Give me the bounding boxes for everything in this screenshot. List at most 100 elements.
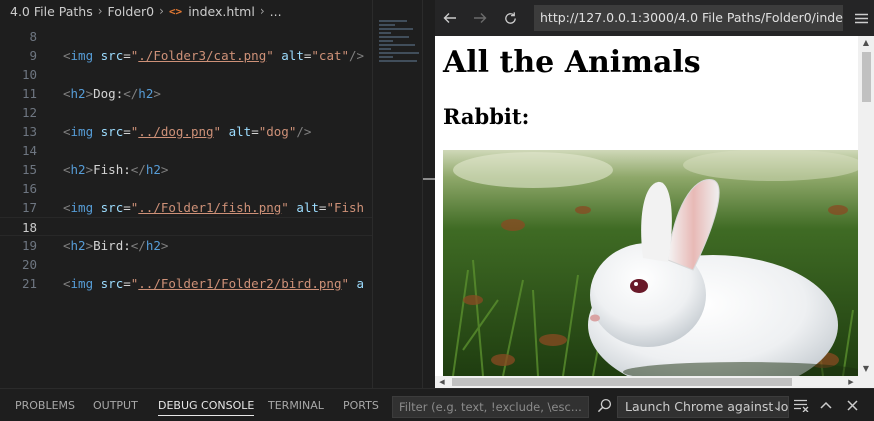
breadcrumb: 4.0 File Paths › Folder0 › <> index.html… (0, 0, 435, 22)
editor-scrollbar[interactable] (422, 0, 436, 388)
tag-bracket: /> (349, 48, 365, 63)
code-text: <h2>Bird:</h2> (63, 236, 168, 255)
string-quote: " (266, 48, 274, 63)
tag-bracket: </ (123, 86, 139, 101)
code-line[interactable]: 14 (0, 141, 372, 160)
line-number: 9 (29, 48, 37, 63)
text-content: Fish: (93, 162, 131, 177)
tag-bracket: > (160, 238, 169, 253)
reload-button[interactable] (495, 0, 525, 36)
tag-bracket: > (85, 162, 94, 177)
minimap[interactable] (372, 0, 422, 388)
line-number: 13 (21, 124, 37, 139)
attribute-name: src (100, 48, 124, 63)
tag-name: img (70, 276, 94, 291)
scroll-down-arrow-icon[interactable]: ▼ (858, 362, 874, 376)
back-button[interactable] (435, 0, 465, 36)
line-number: 18 (21, 220, 37, 235)
tag-bracket: < (63, 200, 71, 215)
string-quote: " (341, 276, 350, 291)
tag-name: h2 (145, 162, 161, 177)
code-line[interactable]: 13 <img src="../dog.png" alt="dog"/> (0, 122, 372, 141)
line-number: 10 (21, 67, 37, 82)
line-number: 14 (21, 143, 37, 158)
tag-name: h2 (70, 86, 86, 101)
html-file-icon: <> (168, 4, 183, 18)
attribute-name: src (100, 200, 124, 215)
launch-config-select[interactable]: Launch Chrome against localhost ⌄ (617, 396, 789, 418)
equals-sign: = (123, 200, 131, 215)
tab-ports[interactable]: PORTS (343, 389, 379, 421)
equals-sign: = (251, 124, 259, 139)
string-quote: " (281, 200, 289, 215)
code-line[interactable]: 11 <h2>Dog:</h2> (0, 84, 372, 103)
filter-input[interactable]: Filter (e.g. text, !exclude, \esc... (392, 396, 589, 418)
forward-button[interactable] (465, 0, 495, 36)
tag-bracket: < (63, 162, 71, 177)
rabbit-heading: Rabbit: (443, 104, 530, 129)
tag-name: img (70, 200, 94, 215)
breadcrumb-folder-file-paths[interactable]: 4.0 File Paths (10, 4, 93, 19)
code-line[interactable]: 16 (0, 179, 372, 198)
tag-bracket: > (153, 86, 161, 101)
tab-problems[interactable]: PROBLEMS (15, 389, 75, 421)
equals-sign: = (123, 48, 131, 63)
url-input[interactable]: http://127.0.0.1:3000/4.0 File Paths/Fol… (534, 5, 843, 31)
code-editor[interactable]: 4.0 File Paths › Folder0 › <> index.html… (0, 0, 436, 388)
page-heading: All the Animals (443, 45, 701, 80)
clear-console-button[interactable] (790, 389, 812, 421)
search-button[interactable] (593, 389, 615, 421)
code-line[interactable]: 9 <img src="./Folder3/cat.png" alt="cat"/… (0, 46, 372, 65)
string-value: "dog" (258, 124, 297, 139)
browser-toolbar: http://127.0.0.1:3000/4.0 File Paths/Fol… (435, 0, 874, 36)
maximize-panel-button[interactable] (815, 389, 837, 421)
browser-vertical-scrollbar[interactable]: ▲ ▼ (858, 36, 874, 376)
breadcrumb-ellipsis[interactable]: ... (270, 4, 282, 19)
code-line[interactable]: 20 (0, 255, 372, 274)
search-icon (597, 398, 611, 413)
code-line[interactable]: 18 (0, 217, 372, 236)
horizontal-scroll-thumb[interactable] (452, 378, 792, 386)
tag-name: h2 (70, 162, 86, 177)
code-line[interactable]: 12 (0, 103, 372, 122)
scroll-right-arrow-icon[interactable]: ▶ (844, 376, 858, 388)
code-text: <img src="../dog.png" alt="dog"/> (63, 122, 311, 141)
tag-bracket: < (63, 238, 71, 253)
code-line[interactable]: 8 (0, 27, 372, 46)
tab-output[interactable]: OUTPUT (93, 389, 138, 421)
attribute-name: alt (228, 124, 252, 139)
code-line[interactable]: 21 <img src="../Folder1/Folder2/bird.png"… (0, 274, 372, 293)
text-content: Dog: (93, 86, 124, 101)
string-value: "cat" (311, 48, 350, 63)
tab-debug-console[interactable]: DEBUG CONSOLE (158, 389, 255, 421)
breadcrumb-folder0[interactable]: Folder0 (108, 4, 155, 19)
tab-terminal[interactable]: TERMINAL (268, 389, 324, 421)
code-line[interactable]: 19 <h2>Bird:</h2> (0, 236, 372, 255)
close-panel-button[interactable] (841, 389, 863, 421)
attribute-name: a (356, 276, 365, 291)
code-line[interactable]: 17 <img src="../Folder1/fish.png" alt="Fi… (0, 198, 372, 217)
code-line[interactable]: 10 (0, 65, 372, 84)
code-text: <img src="../Folder1/fish.png" alt="Fish (63, 198, 364, 217)
file-path-link: ../Folder1/Folder2/bird.png (138, 276, 342, 291)
line-number: 20 (21, 257, 37, 272)
tag-bracket: < (63, 276, 71, 291)
file-path-link: ../Folder1/fish.png (138, 200, 282, 215)
tag-name: h2 (70, 238, 86, 253)
scroll-left-arrow-icon[interactable]: ◀ (435, 376, 449, 388)
file-path-link: ../dog.png (138, 124, 214, 139)
file-path-link: ./Folder3/cat.png (138, 48, 267, 63)
code-area[interactable]: 8 9 <img src="./Folder3/cat.png" alt="cat"… (0, 22, 372, 388)
attribute-name: src (100, 124, 124, 139)
breadcrumb-file-index-html[interactable]: index.html (188, 4, 255, 19)
rabbit-image (443, 150, 858, 376)
browser-viewport[interactable]: All the Animals Rabbit: (435, 36, 858, 376)
chevron-up-icon (820, 401, 832, 409)
vertical-scroll-thumb[interactable] (862, 52, 871, 102)
scroll-up-arrow-icon[interactable]: ▲ (858, 36, 874, 50)
code-line[interactable]: 15 <h2>Fish:</h2> (0, 160, 372, 179)
line-number: 8 (29, 29, 37, 44)
attribute-name: src (100, 276, 124, 291)
browser-menu-button[interactable] (848, 0, 874, 36)
browser-horizontal-scrollbar[interactable]: ◀ ▶ (435, 376, 858, 388)
